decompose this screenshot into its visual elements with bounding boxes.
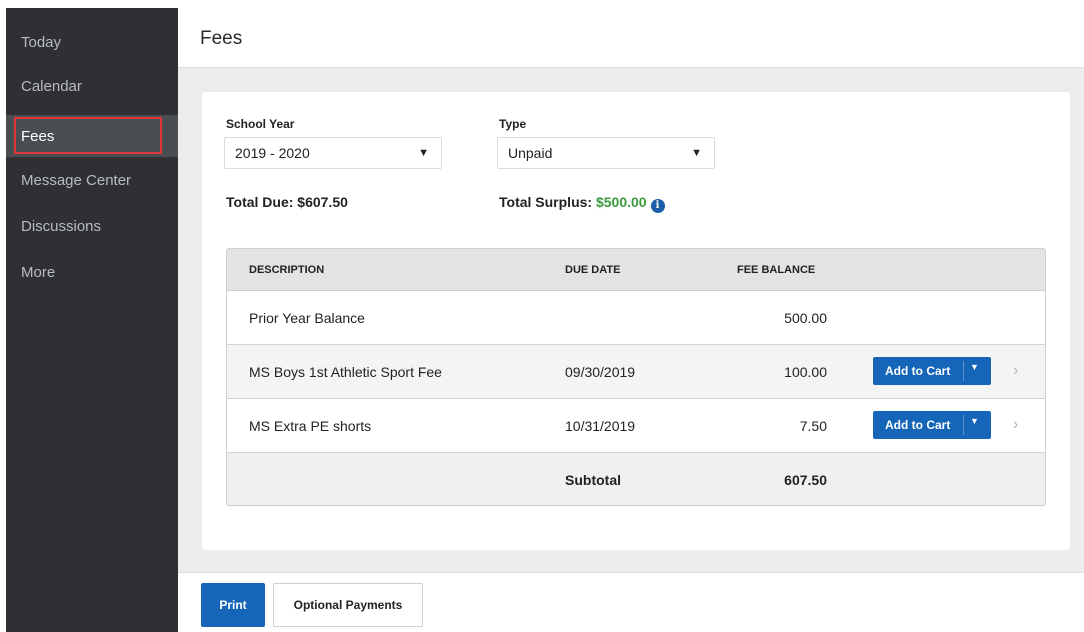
- type-value: Unpaid: [508, 145, 553, 161]
- type-label: Type: [499, 117, 527, 131]
- fees-table: DESCRIPTION DUE DATE FEE BALANCE Prior Y…: [226, 248, 1046, 506]
- fee-balance: 7.50: [799, 418, 827, 434]
- sidebar-item-label: Discussions: [21, 218, 102, 235]
- sidebar-item-calendar[interactable]: Calendar: [6, 66, 178, 108]
- chevron-right-icon[interactable]: ›: [1013, 362, 1018, 380]
- button-divider: [963, 415, 964, 435]
- sidebar-item-fees[interactable]: Fees: [6, 115, 178, 157]
- school-year-value: 2019 - 2020: [235, 145, 310, 161]
- info-circle-icon[interactable]: i: [650, 199, 665, 213]
- sidebar-item-today[interactable]: Today: [6, 22, 178, 64]
- table-header: DESCRIPTION DUE DATE FEE BALANCE: [227, 249, 1045, 291]
- caret-down-icon[interactable]: ▼: [970, 416, 979, 426]
- sidebar-item-label: Today: [21, 34, 62, 51]
- school-year-select[interactable]: 2019 - 2020 ▼: [224, 137, 442, 169]
- caret-down-icon[interactable]: ▼: [970, 362, 979, 372]
- print-button[interactable]: Print: [201, 583, 265, 627]
- total-surplus-label: Total Surplus:: [499, 194, 593, 210]
- optional-payments-button[interactable]: Optional Payments: [273, 583, 423, 627]
- sidebar-item-discussions[interactable]: Discussions: [6, 206, 178, 248]
- fee-description: Prior Year Balance: [249, 310, 365, 326]
- total-due: Total Due: $607.50: [226, 194, 348, 210]
- sidebar-item-message-center[interactable]: Message Center: [6, 160, 178, 202]
- add-to-cart-button[interactable]: Add to Cart ▼: [873, 411, 991, 439]
- total-surplus-value: $500.00: [595, 194, 647, 210]
- caret-down-icon: ▼: [691, 147, 702, 159]
- page-header: Fees: [178, 8, 1084, 68]
- fee-due-date: 09/30/2019: [565, 364, 636, 380]
- subtotal-label: Subtotal: [565, 472, 621, 488]
- fee-description: MS Extra PE shorts: [249, 418, 372, 434]
- add-to-cart-label: Add to Cart: [885, 418, 951, 432]
- top-edge: [0, 0, 1084, 8]
- table-row[interactable]: MS Extra PE shorts 10/31/2019 7.50 Add t…: [227, 399, 1045, 453]
- column-header-due-date: DUE DATE: [565, 264, 621, 276]
- button-divider: [963, 361, 964, 381]
- sidebar-item-label: Calendar: [21, 78, 82, 95]
- type-select[interactable]: Unpaid ▼: [497, 137, 715, 169]
- add-to-cart-button[interactable]: Add to Cart ▼: [873, 357, 991, 385]
- chevron-right-icon[interactable]: ›: [1013, 416, 1018, 434]
- fee-due-date: 10/31/2019: [565, 418, 636, 434]
- fee-balance: 100.00: [784, 364, 827, 380]
- sidebar-item-label: Message Center: [21, 172, 132, 189]
- subtotal-row: Subtotal 607.50: [227, 453, 1045, 505]
- sidebar-nav: Today Calendar Fees Message Center Discu…: [6, 8, 178, 632]
- sidebar-item-label: Fees: [21, 128, 55, 145]
- total-surplus: Total Surplus: $500.00 i: [499, 194, 665, 213]
- add-to-cart-label: Add to Cart: [885, 364, 951, 378]
- column-header-fee-balance: FEE BALANCE: [737, 264, 816, 276]
- sidebar-item-more[interactable]: More: [6, 252, 178, 294]
- table-row[interactable]: MS Boys 1st Athletic Sport Fee 09/30/201…: [227, 345, 1045, 399]
- caret-down-icon: ▼: [418, 147, 429, 159]
- table-row: Prior Year Balance 500.00: [227, 291, 1045, 345]
- fee-balance: 500.00: [784, 310, 827, 326]
- school-year-label: School Year: [226, 117, 295, 131]
- sidebar-item-label: More: [21, 264, 56, 281]
- subtotal-value: 607.50: [784, 472, 827, 488]
- column-header-description: DESCRIPTION: [249, 264, 325, 276]
- fee-description: MS Boys 1st Athletic Sport Fee: [249, 364, 442, 380]
- page-title: Fees: [200, 28, 243, 49]
